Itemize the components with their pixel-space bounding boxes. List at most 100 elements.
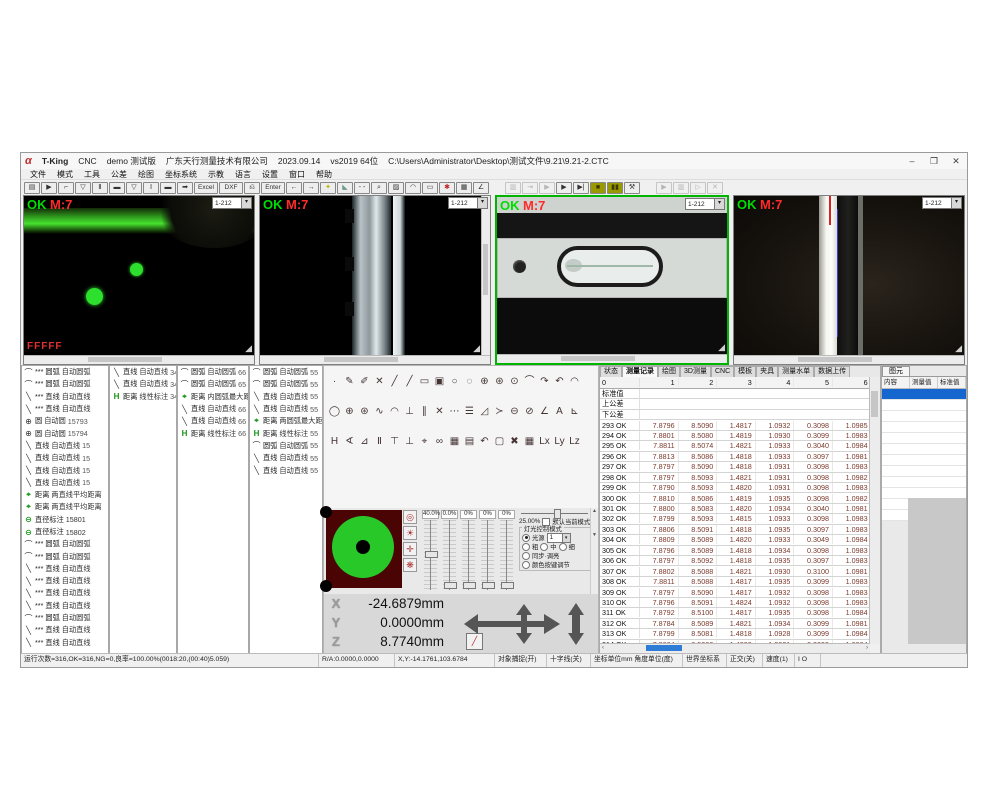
toolbox-icon[interactable]: ↶ xyxy=(553,375,566,388)
toolbox-icon[interactable]: ◌ xyxy=(463,375,476,388)
rp-row[interactable] xyxy=(882,422,966,433)
menu-模式[interactable]: 模式 xyxy=(52,169,78,180)
toolbox-icon[interactable]: ◠ xyxy=(568,375,581,388)
rp-row[interactable] xyxy=(882,389,966,400)
toolbox-icon[interactable]: Lx xyxy=(538,435,551,448)
toolbox-icon[interactable]: ∢ xyxy=(343,435,356,448)
toolbar-height-tool[interactable]: Ⅰ xyxy=(143,182,159,194)
slider-thumb[interactable] xyxy=(501,582,514,589)
toolbox-icon[interactable]: ∞ xyxy=(433,435,446,448)
rp-row[interactable] xyxy=(882,400,966,411)
toolbar-ruler-tool[interactable]: ⎌ xyxy=(244,182,260,194)
toolbox-icon[interactable]: ▭ xyxy=(418,375,431,388)
toolbar-auto-probe[interactable]: ▽ xyxy=(126,182,142,194)
camera1-resize-icon[interactable]: ◢ xyxy=(245,343,252,354)
table-row[interactable]: 313 OK7.87998.50811.48181.09280.30991.09… xyxy=(600,629,870,639)
toolbar-run-step[interactable]: ▶| xyxy=(573,182,589,194)
camera2-hscrollbar[interactable] xyxy=(260,355,490,364)
camera-view-4[interactable]: OK M:7 1-212▾ ◢ xyxy=(733,195,965,365)
element-item[interactable]: ╲*** 直线自动直线 xyxy=(22,587,108,599)
toolbox-icon[interactable]: ▣ xyxy=(433,375,446,388)
slider-thumb[interactable] xyxy=(482,582,495,589)
camera3-resize-icon[interactable]: ◢ xyxy=(718,342,725,353)
element-item[interactable]: ⌒圆弧自动圆弧55 xyxy=(250,366,322,378)
sync-radio[interactable] xyxy=(522,552,530,560)
table-row[interactable]: 301 OK7.88008.50831.48201.09340.30401.09… xyxy=(600,504,870,514)
table-row[interactable]: 298 OK7.87978.50931.48211.09310.30981.09… xyxy=(600,473,870,483)
toolbar-open-file[interactable]: ▶ xyxy=(41,182,57,194)
toolbox-icon[interactable]: A xyxy=(553,405,566,418)
toolbox-icon[interactable]: ✎ xyxy=(343,375,356,388)
toolbox-icon[interactable]: ╱ xyxy=(403,375,416,388)
element-item[interactable]: ╲直线自动直线66 xyxy=(178,415,248,427)
toolbar-surface-tool[interactable]: ▬ xyxy=(109,182,125,194)
toolbar-lamp-toggle[interactable]: ✦ xyxy=(320,182,336,194)
element-item[interactable]: ⌒圆弧自动圆弧66 xyxy=(178,366,248,378)
toolbar-caliper-tool[interactable]: Ⅱ xyxy=(92,182,108,194)
toolbar-run-button[interactable]: ⚒ xyxy=(624,182,640,194)
element-item[interactable]: ⌒圆弧自动圆弧55 xyxy=(250,440,322,452)
camera2-range-dropdown[interactable]: 1-212▾ xyxy=(448,197,488,209)
xy-jog-arrows[interactable] xyxy=(462,602,562,646)
table-row[interactable]: 310 OK7.87968.50911.48241.09320.30981.09… xyxy=(600,598,870,608)
menu-绘图[interactable]: 绘图 xyxy=(133,169,159,180)
light-mode-icon[interactable]: ✛ xyxy=(403,542,417,556)
table-row[interactable]: 297 OK7.87978.50901.48181.09310.30981.09… xyxy=(600,462,870,472)
toolbox-icon[interactable]: ○ xyxy=(448,375,461,388)
table-row[interactable]: 307 OK7.88028.50881.48211.09300.31001.09… xyxy=(600,566,870,576)
z-jog-arrows[interactable] xyxy=(566,602,586,646)
element-item[interactable]: ╲*** 直线自动直线 xyxy=(22,563,108,575)
element-item[interactable]: ⊕圆自动圆15793 xyxy=(22,415,108,427)
toolbar-arrow-left[interactable]: ← xyxy=(286,182,302,194)
toolbox-icon[interactable]: ╱ xyxy=(388,375,401,388)
channel-slider-5[interactable]: 0% xyxy=(497,508,516,594)
size-radio-中[interactable] xyxy=(540,543,548,551)
toolbar-enter-button[interactable]: Enter xyxy=(261,182,285,194)
menu-语言[interactable]: 语言 xyxy=(230,169,256,180)
toolbox-icon[interactable]: ✕ xyxy=(433,405,446,418)
camera1-hscrollbar[interactable] xyxy=(24,355,254,364)
toolbox-icon[interactable]: · xyxy=(328,375,341,388)
camera1-range-dropdown[interactable]: 1-212▾ xyxy=(212,197,252,209)
toolbar-probe-down[interactable]: ▽ xyxy=(75,182,91,194)
toolbox-icon[interactable]: ⊛ xyxy=(493,375,506,388)
menu-设置[interactable]: 设置 xyxy=(257,169,283,180)
toolbox-icon[interactable]: ⊥ xyxy=(403,405,416,418)
table-row[interactable]: 299 OK7.87908.50931.48201.09310.30981.09… xyxy=(600,483,870,493)
element-item[interactable]: ╲*** 直线自动直线 xyxy=(22,637,108,649)
toolbar-laser-marker[interactable]: ✱ xyxy=(439,182,455,194)
menu-工具[interactable]: 工具 xyxy=(79,169,105,180)
size-radio-细[interactable] xyxy=(559,543,567,551)
table-row[interactable]: 294 OK7.88018.50801.48191.09300.30991.09… xyxy=(600,431,870,441)
element-item[interactable]: ╲直线自动直线15 xyxy=(22,477,108,489)
rp-row[interactable] xyxy=(882,455,966,466)
toolbox-icon[interactable]: Η xyxy=(328,435,341,448)
element-item[interactable]: ⌒*** 圆弧自动圆弧 xyxy=(22,378,108,390)
camera2-resize-icon[interactable]: ◢ xyxy=(473,343,480,354)
channel-slider-2[interactable]: 0.0% xyxy=(440,508,459,594)
element-item[interactable]: ⌖距离两圆弧最大距 xyxy=(250,415,322,427)
toolbox-icon[interactable]: ⌒ xyxy=(523,375,536,388)
element-item[interactable]: ╲直线自动直线55 xyxy=(250,391,322,403)
table-row[interactable]: 296 OK7.88138.50861.48181.09330.30971.09… xyxy=(600,452,870,462)
options-scrollbar[interactable]: ▲▼ xyxy=(590,508,598,594)
menu-窗口[interactable]: 窗口 xyxy=(284,169,310,180)
rp-row[interactable] xyxy=(882,477,966,488)
toolbox-icon[interactable]: ≻ xyxy=(493,405,506,418)
rp-row[interactable] xyxy=(882,433,966,444)
toolbar-run-once[interactable]: ▶ xyxy=(556,182,572,194)
title-bar[interactable]: α T-King CNC demo 测试版 广东天行测量技术有限公司 2023.… xyxy=(21,153,967,169)
rp-row[interactable] xyxy=(882,444,966,455)
menu-帮助[interactable]: 帮助 xyxy=(311,169,337,180)
toolbox-icon[interactable]: ⌖ xyxy=(418,435,431,448)
menu-坐标系统[interactable]: 坐标系统 xyxy=(160,169,202,180)
element-item[interactable]: ╲直线自动直线34 xyxy=(110,378,176,390)
toolbox-icon[interactable]: ▦ xyxy=(523,435,536,448)
maximize-button[interactable]: ❐ xyxy=(923,156,945,167)
toolbox-icon[interactable]: ⋯ xyxy=(448,405,461,418)
toolbar-close-disabled[interactable]: ✕ xyxy=(707,182,723,194)
toolbar-dash-tool[interactable]: - - xyxy=(354,182,370,194)
camera4-resize-icon[interactable]: ◢ xyxy=(955,343,962,354)
toolbox-icon[interactable]: ⊕ xyxy=(478,375,491,388)
toolbox-icon[interactable]: ⊙ xyxy=(508,375,521,388)
